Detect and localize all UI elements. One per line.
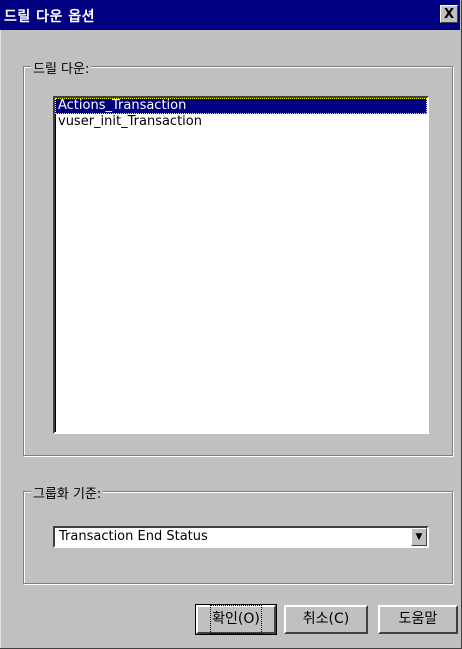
close-icon: X [443, 7, 455, 22]
title-bar[interactable]: 드릴 다운 옵션 X [0, 0, 460, 30]
group-by-select[interactable]: Transaction End Status ▼ [53, 526, 429, 548]
list-item[interactable]: Actions_Transaction [55, 98, 427, 114]
drill-down-group-label: 드릴 다운: [31, 58, 92, 77]
help-button[interactable]: 도움말 [378, 605, 458, 634]
chevron-down-icon[interactable]: ▼ [411, 528, 427, 546]
group-by-selected-value: Transaction End Status [59, 529, 208, 544]
ok-button[interactable]: 확인(O) [195, 604, 277, 635]
help-button-label: 도움말 [398, 611, 438, 627]
cancel-button[interactable]: 취소(C) [284, 605, 368, 634]
close-button[interactable]: X [440, 5, 458, 23]
group-by-group-label: 그룹화 기준: [31, 483, 104, 502]
cancel-button-label: 취소(C) [302, 611, 350, 627]
list-item[interactable]: vuser_init_Transaction [55, 114, 427, 130]
transaction-listbox[interactable]: Actions_Transaction vuser_init_Transacti… [53, 96, 429, 434]
window-title: 드릴 다운 옵션 [4, 9, 96, 25]
ok-button-label: 확인(O) [210, 605, 262, 634]
drill-down-options-dialog: 드릴 다운 옵션 X 드릴 다운: Actions_Transaction vu… [0, 0, 462, 649]
